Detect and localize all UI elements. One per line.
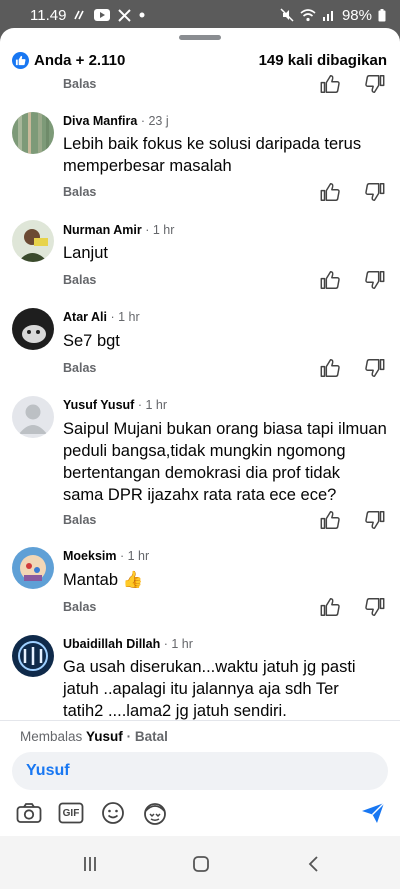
back-icon[interactable] [302, 854, 326, 874]
avatar[interactable] [12, 220, 54, 262]
dislike-icon[interactable] [364, 73, 386, 95]
avatar-sticker-icon[interactable] [140, 798, 170, 828]
x-icon [118, 8, 132, 22]
avatar[interactable] [12, 635, 54, 677]
camera-icon[interactable] [14, 798, 44, 828]
assistant-icon [74, 9, 86, 21]
comment-text: Saipul Mujani bukan orang biasa tapi ilm… [63, 420, 387, 504]
dislike-icon[interactable] [364, 596, 386, 618]
like-reaction-icon [12, 51, 29, 69]
replying-to-bar: Membalas Yusuf · Batal [20, 729, 168, 744]
reply-button[interactable]: Balas [63, 361, 96, 375]
avatar[interactable] [12, 547, 54, 589]
commenter-name[interactable]: Moeksim · 1 hr [63, 549, 149, 563]
notification-dot-icon [139, 12, 145, 18]
avatar[interactable] [12, 308, 54, 350]
battery-icon [378, 8, 386, 22]
dislike-icon[interactable] [364, 269, 386, 291]
share-count[interactable]: 149 kali dibagikan [259, 52, 387, 69]
reaction-count: Anda + 2.110 [34, 51, 126, 69]
comment-text: Ga usah diserukan...waktu jatuh jg pasti… [63, 658, 356, 720]
gif-button[interactable]: GIF [56, 798, 86, 828]
reply-button[interactable]: Balas [63, 600, 96, 614]
commenter-name[interactable]: Ubaidillah Dillah · 1 hr [63, 637, 193, 651]
like-icon[interactable] [319, 73, 341, 95]
gif-label: GIF [62, 807, 80, 819]
emoji-icon[interactable] [98, 798, 128, 828]
replying-to-name: Yusuf [86, 729, 123, 744]
comment-input[interactable]: Yusuf [12, 752, 388, 790]
mute-icon [280, 8, 294, 22]
status-time: 11.49 [30, 6, 67, 24]
wifi-icon [300, 8, 316, 22]
comment-text: Lebih baik fokus ke solusi daripada teru… [63, 135, 362, 175]
avatar[interactable] [12, 396, 54, 438]
reply-button[interactable]: Balas [63, 77, 96, 91]
commenter-name[interactable]: Diva Manfira · 23 j [63, 114, 169, 128]
youtube-icon [94, 9, 111, 21]
signal-icon [322, 9, 336, 21]
comment-text: Mantab 👍 [63, 571, 144, 589]
recent-apps-icon[interactable] [78, 854, 102, 874]
home-icon[interactable] [189, 854, 213, 874]
comments-sheet: Anda + 2.110 149 kali dibagikan Balas Di… [0, 28, 400, 889]
status-bar: 11.49 98% [0, 0, 400, 30]
dislike-icon[interactable] [364, 181, 386, 203]
mention-tag: Yusuf [26, 762, 70, 779]
commenter-name[interactable]: Nurman Amir · 1 hr [63, 223, 174, 237]
like-icon[interactable] [319, 357, 341, 379]
composer-toolbar: GIF [0, 798, 400, 832]
comment-text: Se7 bgt [63, 332, 120, 350]
drag-handle[interactable] [179, 35, 221, 40]
system-nav-bar [0, 836, 400, 889]
battery-percent: 98% [341, 6, 372, 24]
replying-prefix: Membalas [20, 729, 83, 744]
avatar[interactable] [12, 112, 54, 154]
like-icon[interactable] [319, 181, 341, 203]
reply-button[interactable]: Balas [63, 273, 96, 287]
cancel-reply-button[interactable]: · Batal [127, 729, 168, 744]
commenter-name[interactable]: Yusuf Yusuf · 1 hr [63, 398, 167, 412]
commenter-name[interactable]: Atar Ali · 1 hr [63, 310, 140, 324]
like-icon[interactable] [319, 269, 341, 291]
reply-button[interactable]: Balas [63, 513, 96, 527]
send-icon[interactable] [358, 798, 388, 828]
comment-text: Lanjut [63, 244, 108, 262]
reaction-summary-row[interactable]: Anda + 2.110 149 kali dibagikan [0, 46, 400, 74]
reply-button[interactable]: Balas [63, 185, 96, 199]
like-icon[interactable] [319, 509, 341, 531]
dislike-icon[interactable] [364, 509, 386, 531]
dislike-icon[interactable] [364, 357, 386, 379]
like-icon[interactable] [319, 596, 341, 618]
